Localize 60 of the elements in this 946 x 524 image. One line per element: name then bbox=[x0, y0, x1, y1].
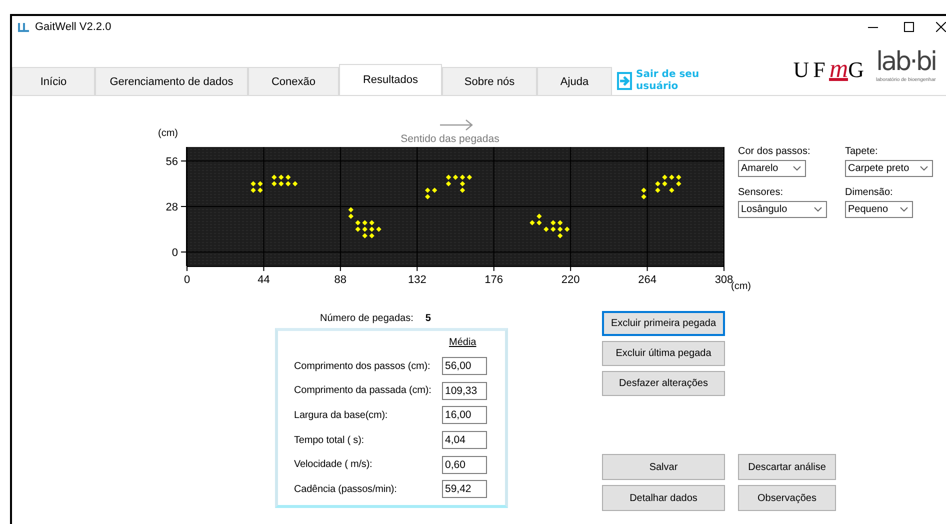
dropdown[interactable]: Amarelo bbox=[738, 160, 806, 177]
tab[interactable]: Resultados bbox=[339, 64, 442, 95]
count-label: Número de pegadas: bbox=[320, 313, 414, 324]
direction-label: Sentido das pegadas bbox=[400, 133, 500, 145]
axis-label: (cm) bbox=[158, 128, 178, 139]
app-icon bbox=[18, 22, 30, 32]
tick-label: 44 bbox=[258, 274, 270, 286]
tick-label: 56 bbox=[166, 156, 178, 168]
value-field[interactable]: 59,42 bbox=[442, 480, 487, 498]
chevron-icon bbox=[900, 207, 908, 212]
action-button[interactable]: Excluir última pegada bbox=[602, 341, 725, 366]
tick-label: 220 bbox=[561, 274, 580, 286]
close-icon[interactable] bbox=[936, 22, 946, 32]
field-label: Sensores: bbox=[738, 187, 784, 198]
action-button[interactable]: Excluir primeira pegada bbox=[602, 311, 725, 336]
action-button[interactable]: Detalhar dados bbox=[602, 485, 725, 511]
field-label: Tempo total ( s): bbox=[294, 434, 365, 446]
maximize-icon[interactable] bbox=[904, 22, 914, 32]
chevron-icon bbox=[920, 166, 928, 171]
value-field[interactable]: 4,04 bbox=[442, 431, 487, 450]
direction-arrow bbox=[439, 119, 473, 131]
field-label: Cadência (passos/min): bbox=[294, 484, 398, 495]
column-heading: Média bbox=[449, 337, 478, 348]
axis-label: (cm) bbox=[731, 281, 751, 292]
action-button[interactable]: Salvar bbox=[602, 454, 725, 480]
field-label: Largura da base(cm): bbox=[294, 410, 389, 421]
tick-label: 0 bbox=[184, 274, 190, 286]
tab[interactable]: Início bbox=[12, 67, 95, 95]
value-field[interactable]: 0,60 bbox=[442, 456, 487, 474]
tick-label: 176 bbox=[484, 274, 504, 286]
tick-label: 0 bbox=[172, 247, 178, 260]
labbio-logo: lab·bi bbox=[876, 47, 937, 77]
dropdown[interactable]: Carpete preto bbox=[845, 160, 933, 177]
action-button[interactable]: Descartar análise bbox=[738, 454, 836, 480]
tab[interactable]: Sobre nós bbox=[442, 67, 537, 95]
chevron-icon bbox=[814, 207, 822, 212]
field-label: Velocidade ( m/s): bbox=[294, 459, 374, 470]
field-label: Tapete: bbox=[845, 146, 879, 157]
tick-label: 132 bbox=[408, 274, 426, 286]
value-field[interactable]: 16,00 bbox=[442, 406, 487, 424]
tick-label: 88 bbox=[334, 274, 347, 286]
tick-label: 28 bbox=[166, 202, 178, 214]
action-button[interactable]: Observações bbox=[738, 485, 836, 511]
field-label: Dimensão: bbox=[845, 187, 894, 198]
tab[interactable]: Conexão bbox=[248, 67, 339, 95]
ufmg-logo: UF mG bbox=[793, 57, 868, 83]
tab[interactable]: Ajuda bbox=[537, 67, 612, 95]
value-field[interactable]: 109,33 bbox=[442, 382, 487, 400]
field-label: Cor dos passos: bbox=[738, 146, 812, 157]
dropdown[interactable]: Losângulo bbox=[738, 201, 827, 218]
dropdown[interactable]: Pequeno bbox=[845, 201, 913, 218]
chevron-icon bbox=[793, 166, 801, 171]
field-label: Comprimento dos passos (cm): bbox=[294, 360, 432, 372]
action-button[interactable]: Desfazer alterações bbox=[602, 371, 725, 396]
window-title: GaitWell V2.2.0 bbox=[35, 20, 112, 32]
tab[interactable]: Gerenciamento de dados bbox=[95, 67, 248, 95]
field-label: Comprimento da passada (cm): bbox=[294, 385, 432, 396]
value-field[interactable]: 56,00 bbox=[442, 357, 487, 376]
count-value: 5 bbox=[425, 313, 431, 324]
tick-label: 264 bbox=[638, 274, 656, 286]
